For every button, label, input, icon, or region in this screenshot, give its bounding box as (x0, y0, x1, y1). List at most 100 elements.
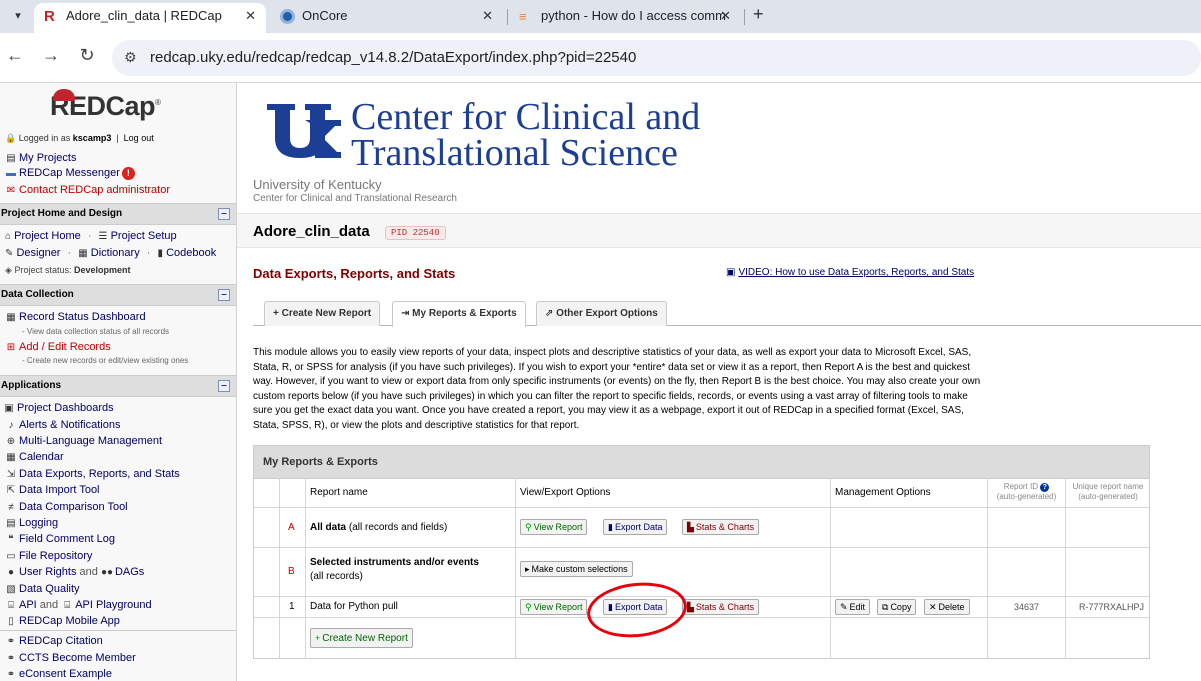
row-divider (254, 617, 1149, 618)
dictionary-link[interactable]: Dictionary (91, 247, 140, 259)
home-setup-row: ⌂ Project Home · ☰ Project Setup (5, 230, 177, 242)
tablet-icon: ▯ (8, 616, 14, 627)
econsent-link[interactable]: ⚭ eConsent Example (5, 668, 112, 680)
col-divider (987, 479, 988, 659)
project-title: Adore_clin_data (253, 223, 370, 240)
api-link[interactable]: API (19, 599, 37, 611)
file-repository-link[interactable]: ▭ File Repository (5, 550, 92, 562)
collapse-icon[interactable]: – (218, 289, 230, 301)
user-rights-link[interactable]: User Rights (19, 566, 76, 578)
data-import-link[interactable]: ⇱ Data Import Tool (5, 484, 100, 496)
info-icon[interactable]: ? (1040, 483, 1050, 492)
close-tab-icon[interactable]: ✕ (482, 3, 493, 29)
record-status-note: - View data collection status of all rec… (22, 327, 170, 336)
ccts-member-link[interactable]: ⚭ CCTS Become Member (5, 652, 136, 664)
multi-language-link[interactable]: ⊕ Multi-Language Management (5, 435, 162, 447)
col-header-report-id: Report ID ? (auto-generated) (988, 482, 1065, 502)
tab-list-chevron-icon[interactable]: ▾ (6, 5, 30, 27)
contact-admin-link[interactable]: ✉ Contact REDCap administrator (5, 184, 170, 196)
reports-table: My Reports & Exports Report name View/Ex… (253, 445, 1150, 659)
plus-icon: + (273, 308, 279, 319)
link-label: Multi-Language Management (19, 435, 163, 447)
data-exports-link[interactable]: ⇲ Data Exports, Reports, and Stats (5, 468, 180, 480)
chart-icon: ▙ (687, 522, 694, 532)
edit-report-button[interactable]: ✎ Edit (835, 599, 871, 615)
log-icon: ▤ (6, 518, 16, 529)
dags-link[interactable]: DAGs (115, 566, 144, 578)
site-info-icon[interactable]: ⚙ (124, 49, 137, 66)
tab-other-export-options[interactable]: ⇗ Other Export Options (536, 301, 667, 326)
tab-my-reports[interactable]: ⇥ My Reports & Exports (392, 301, 526, 327)
chart-icon: ▙ (687, 602, 694, 612)
browser-tab-redcap[interactable]: R Adore_clin_data | REDCap ✕ (34, 3, 266, 33)
calendar-link[interactable]: ▦ Calendar (5, 451, 63, 463)
redcap-logo[interactable]: REDCap® (50, 89, 161, 122)
tab-separator (744, 9, 745, 25)
view-report-button[interactable]: ⚲ View Report (520, 519, 588, 535)
back-arrow-icon[interactable]: ← (4, 45, 26, 66)
status-value: Development (73, 265, 131, 275)
row-divider (254, 596, 1149, 597)
collapse-icon[interactable]: – (218, 380, 230, 392)
center-name: Center for Clinical and Translational Re… (253, 193, 457, 204)
notification-badge: ! (121, 167, 135, 180)
project-home-link[interactable]: Project Home (14, 230, 81, 242)
browser-tab-oncore[interactable]: OnCore ✕ (270, 3, 503, 33)
my-projects-link[interactable]: ▤ My Projects (5, 152, 76, 164)
collapse-icon[interactable]: – (218, 208, 230, 220)
col-divider (515, 479, 516, 659)
field-comment-log-link[interactable]: ❝ Field Comment Log (5, 533, 115, 545)
user-icon: ● (7, 567, 15, 578)
codebook-link[interactable]: Codebook (166, 247, 216, 259)
forward-arrow-icon[interactable]: → (40, 45, 62, 66)
mobile-app-link[interactable]: ▯ REDCap Mobile App (5, 615, 120, 627)
close-tab-icon[interactable]: ✕ (245, 3, 256, 29)
url-input[interactable]: ⚙ redcap.uky.edu/redcap/redcap_v14.8.2/D… (112, 40, 1201, 76)
project-setup-link[interactable]: Project Setup (111, 230, 177, 242)
alerts-link[interactable]: ♪ Alerts & Notifications (5, 419, 121, 431)
copy-report-button[interactable]: ⧉ Copy (877, 599, 917, 615)
tab-separator (507, 9, 508, 25)
button-label: Copy (890, 602, 912, 612)
data-comparison-link[interactable]: ≠ Data Comparison Tool (5, 501, 127, 513)
cursor-icon: ▸ (525, 564, 530, 574)
calendar-icon: ▦ (6, 452, 16, 463)
export-data-button[interactable]: ▮ Export Data (603, 519, 668, 535)
delete-report-button[interactable]: ✕ Delete (924, 599, 970, 615)
new-tab-plus-icon[interactable]: + (753, 4, 764, 25)
browser-tab-stackoverflow[interactable]: ≡ python - How do I access comm ✕ (509, 3, 741, 33)
row-1-name[interactable]: Data for Python pull (310, 601, 398, 612)
report-export-icon: ⇥ (401, 308, 410, 319)
project-dashboards-link[interactable]: ▣ Project Dashboards (3, 402, 113, 414)
stackoverflow-favicon-icon: ≡ (519, 9, 527, 24)
link-label: REDCap Messenger (19, 167, 120, 179)
record-status-dashboard-link[interactable]: ▦ Record Status Dashboard (5, 311, 145, 323)
api-playground-link[interactable]: API Playground (75, 599, 151, 611)
close-tab-icon[interactable]: ✕ (720, 3, 731, 29)
link-label: Alerts & Notifications (19, 419, 121, 431)
section-applications: Applications – (0, 375, 236, 397)
redcap-citation-link[interactable]: ⚭ REDCap Citation (5, 635, 103, 647)
url-text[interactable]: redcap.uky.edu/redcap/redcap_v14.8.2/Dat… (150, 49, 636, 66)
export-data-button[interactable]: ▮ Export Data (603, 599, 668, 615)
logging-link[interactable]: ▤ Logging (5, 517, 58, 529)
reload-icon[interactable]: ↻ (76, 45, 98, 66)
chat-icon: ▬ (6, 168, 16, 179)
data-quality-link[interactable]: ▧ Data Quality (5, 583, 79, 595)
banner-line-2: Translational Science (351, 132, 678, 174)
left-sidebar: REDCap® 🔒 Logged in as kscamp3 | Log out… (0, 83, 237, 681)
logout-link[interactable]: Log out (124, 133, 154, 143)
row-a-name-rest: (all records and fields) (348, 522, 448, 533)
make-custom-selections-button[interactable]: ▸ Make custom selections (520, 561, 633, 577)
stats-charts-button[interactable]: ▙ Stats & Charts (682, 599, 759, 615)
button-label: Edit (849, 602, 866, 612)
view-report-button[interactable]: ⚲ View Report (520, 599, 588, 615)
create-new-report-button[interactable]: + Create New Report (310, 628, 413, 648)
video-link[interactable]: ▣ VIDEO: How to use Data Exports, Reports… (726, 267, 974, 278)
col-divider (830, 479, 831, 659)
designer-link[interactable]: Designer (16, 247, 60, 259)
stats-charts-button[interactable]: ▙ Stats & Charts (682, 519, 759, 535)
add-edit-records-link[interactable]: ⊞ Add / Edit Records (5, 341, 111, 353)
messenger-link[interactable]: ▬ REDCap Messenger! (5, 167, 135, 180)
tab-create-new-report[interactable]: + Create New Report (264, 301, 381, 326)
